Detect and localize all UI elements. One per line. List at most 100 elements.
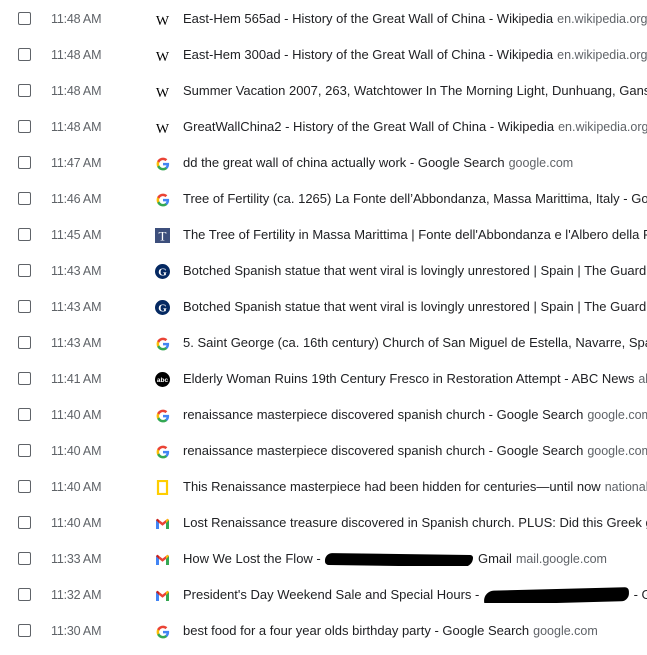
svg-text:W: W — [156, 14, 170, 26]
redaction-mark — [325, 552, 474, 566]
history-title-link[interactable]: best food for a four year olds birthday … — [183, 623, 529, 638]
row-checkbox[interactable] — [18, 480, 31, 493]
history-domain: en.wikipedia.org — [557, 12, 647, 26]
history-row[interactable]: 11:48 AM W East-Hem 565ad - History of t… — [0, 2, 647, 38]
history-domain: google.com — [533, 624, 598, 638]
row-checkbox[interactable] — [18, 408, 31, 421]
history-title-link[interactable]: Summer Vacation 2007, 263, Watchtower In… — [183, 83, 647, 98]
history-row[interactable]: 11:41 AM abc Elderly Woman Ruins 19th Ce… — [0, 362, 647, 398]
row-checkbox[interactable] — [18, 444, 31, 457]
gmail-icon — [155, 516, 170, 531]
history-row[interactable]: 11:30 AM best food for a four year olds … — [0, 614, 647, 650]
history-domain: mail.google.com — [515, 552, 607, 566]
history-domain: google.com — [508, 156, 574, 170]
history-title-link[interactable]: dd the great wall of china actually work… — [183, 155, 505, 170]
wikipedia-icon: W — [155, 120, 170, 135]
row-checkbox[interactable] — [18, 156, 31, 169]
row-checkbox[interactable] — [18, 48, 31, 61]
row-checkbox[interactable] — [18, 588, 31, 601]
history-row[interactable]: 11:43 AM G Botched Spanish statue that w… — [0, 254, 647, 290]
visit-time: 11:48 AM — [51, 120, 102, 134]
visit-time: 11:47 AM — [51, 156, 102, 170]
visit-time: 11:43 AM — [51, 300, 102, 314]
visit-time: 11:45 AM — [51, 228, 102, 242]
history-row[interactable]: 11:40 AM Lost Renaissance treasure disco… — [0, 506, 647, 542]
guardian-icon: G — [155, 300, 170, 315]
history-title-link[interactable]: Botched Spanish statue that went viral i… — [183, 299, 647, 314]
visit-time: 11:40 AM — [51, 444, 102, 458]
guardian-icon: G — [155, 264, 170, 279]
wikipedia-icon: W — [155, 48, 170, 63]
history-row[interactable]: 11:45 AM T The Tree of Fertility in Mass… — [0, 218, 647, 254]
row-checkbox[interactable] — [18, 516, 31, 529]
history-title-link[interactable]: The Tree of Fertility in Massa Marittima… — [183, 227, 647, 242]
visit-time: 11:40 AM — [51, 516, 102, 530]
title-start: How We Lost the Flow - — [183, 551, 325, 566]
history-row[interactable]: 11:48 AM W GreatWallChina2 - History of … — [0, 110, 647, 146]
wikipedia-icon: W — [155, 12, 170, 27]
row-checkbox[interactable] — [18, 120, 31, 133]
svg-text:W: W — [156, 122, 170, 134]
visit-time: 11:40 AM — [51, 480, 102, 494]
history-title-link[interactable]: How We Lost the Flow - Gmail — [183, 551, 512, 566]
visit-time: 11:43 AM — [51, 336, 102, 350]
google-icon — [155, 156, 170, 171]
svg-text:abc: abc — [157, 377, 169, 384]
wikipedia-icon: W — [155, 84, 170, 99]
row-checkbox[interactable] — [18, 84, 31, 97]
history-title-link[interactable]: This Renaissance masterpiece had been hi… — [183, 479, 601, 494]
row-checkbox[interactable] — [18, 552, 31, 565]
history-title-link[interactable]: 5. Saint George (ca. 16th century) Churc… — [183, 335, 647, 350]
visit-time: 11:33 AM — [51, 552, 102, 566]
row-checkbox[interactable] — [18, 12, 31, 25]
history-title-link[interactable]: East-Hem 300ad - History of the Great Wa… — [183, 47, 553, 62]
google-icon — [155, 192, 170, 207]
history-title-link[interactable]: GreatWallChina2 - History of the Great W… — [183, 119, 554, 134]
row-checkbox[interactable] — [18, 300, 31, 313]
history-row[interactable]: 11:40 AM renaissance masterpiece discove… — [0, 398, 647, 434]
history-row[interactable]: 11:33 AM How We Lost the Flow - Gmail mai… — [0, 542, 647, 578]
history-domain: google.com — [587, 408, 647, 422]
history-row[interactable]: 11:46 AM Tree of Fertility (ca. 1265) La… — [0, 182, 647, 218]
visit-time: 11:46 AM — [51, 192, 102, 206]
history-row[interactable]: 11:48 AM W East-Hem 300ad - History of t… — [0, 38, 647, 74]
history-title-link[interactable]: Tree of Fertility (ca. 1265) La Fonte de… — [183, 191, 647, 206]
history-title-link[interactable]: Botched Spanish statue that went viral i… — [183, 263, 647, 278]
history-row[interactable]: 11:40 AM This Renaissance masterpiece ha… — [0, 470, 647, 506]
history-domain: en.wikipedia.org — [558, 120, 647, 134]
row-checkbox[interactable] — [18, 264, 31, 277]
row-checkbox[interactable] — [18, 192, 31, 205]
history-title-link[interactable]: renaissance masterpiece discovered spani… — [183, 443, 583, 458]
history-row[interactable]: 11:48 AM W Summer Vacation 2007, 263, Wa… — [0, 74, 647, 110]
redaction-mark — [483, 587, 630, 603]
history-domain: nationalgeog — [604, 480, 647, 494]
history-title-link[interactable]: Lost Renaissance treasure discovered in … — [183, 515, 647, 530]
history-title-link[interactable]: President's Day Weekend Sale and Special… — [183, 587, 647, 603]
title-end: - Gmail — [633, 587, 647, 602]
history-row[interactable]: 11:43 AM 5. Saint George (ca. 16th centu… — [0, 326, 647, 362]
history-row[interactable]: 11:32 AM President's Day Weekend Sale an… — [0, 578, 647, 614]
google-icon — [155, 336, 170, 351]
row-checkbox[interactable] — [18, 336, 31, 349]
visit-time: 11:48 AM — [51, 48, 102, 62]
history-row[interactable]: 11:40 AM renaissance masterpiece discove… — [0, 434, 647, 470]
history-domain: google.com — [587, 444, 647, 458]
row-checkbox[interactable] — [18, 372, 31, 385]
history-row[interactable]: 11:47 AM dd the great wall of china actu… — [0, 146, 647, 182]
svg-text:W: W — [156, 50, 170, 62]
visit-time: 11:43 AM — [51, 264, 102, 278]
title-start: President's Day Weekend Sale and Special… — [183, 587, 483, 602]
visit-time: 11:48 AM — [51, 12, 102, 26]
gmail-icon — [155, 552, 170, 567]
history-title-link[interactable]: Elderly Woman Ruins 19th Century Fresco … — [183, 371, 634, 386]
row-checkbox[interactable] — [18, 228, 31, 241]
history-title-link[interactable]: renaissance masterpiece discovered spani… — [183, 407, 583, 422]
google-icon — [155, 624, 170, 639]
history-row[interactable]: 11:43 AM G Botched Spanish statue that w… — [0, 290, 647, 326]
row-checkbox[interactable] — [18, 624, 31, 637]
visit-time: 11:41 AM — [51, 372, 102, 386]
visit-time: 11:40 AM — [51, 408, 102, 422]
history-title-link[interactable]: East-Hem 565ad - History of the Great Wa… — [183, 11, 553, 26]
svg-text:G: G — [158, 303, 167, 315]
history-domain: abcnev — [638, 372, 647, 386]
